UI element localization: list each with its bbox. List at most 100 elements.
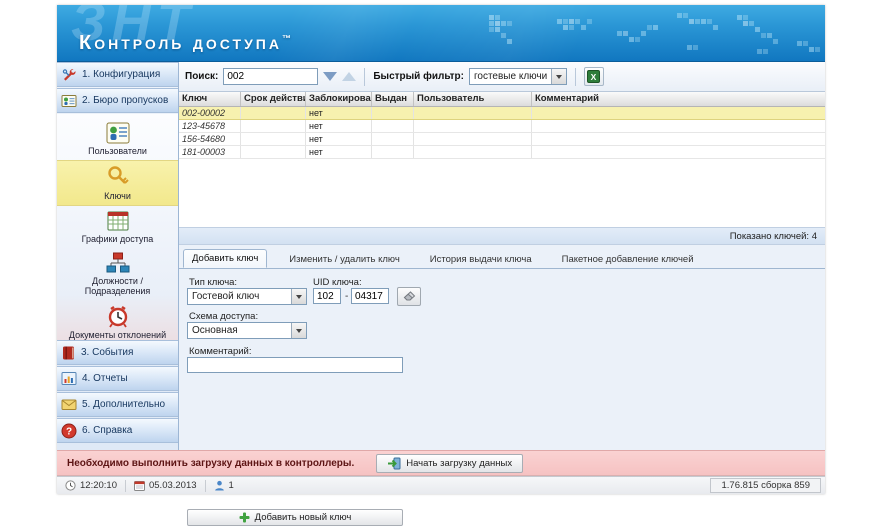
status-date-value: 05.03.2013 [148, 480, 197, 491]
keys-count-text: Показано ключей: 4 [729, 230, 817, 242]
key-editor-panel: Добавить ключ Изменить / удалить ключ Ис… [179, 245, 825, 526]
sidebar-item-events[interactable]: 3. События [57, 340, 178, 365]
submenu-item-positions-departments[interactable]: Должности / Подразделения [57, 248, 178, 300]
access-scheme-select[interactable]: Основная [187, 322, 307, 339]
tab-edit-delete-key[interactable]: Изменить / удалить ключ [281, 251, 408, 268]
envelope-icon [61, 399, 77, 410]
key-type-select[interactable]: Гостевой ключ [187, 288, 307, 305]
status-time: 12:20:10 [57, 477, 125, 494]
upload-data-icon [388, 457, 401, 469]
column-header[interactable]: Заблокирован [306, 92, 372, 106]
version-badge: 1.76.815 сборка 859 [710, 478, 821, 493]
table-row[interactable]: 123-45678 нет [179, 120, 825, 133]
table-row[interactable]: 156-54680 нет [179, 133, 825, 146]
app-window: ЗНТ Контроль доступа™ 1. Конфигурация 2.… [57, 5, 825, 526]
tab-add-key[interactable]: Добавить ключ [183, 249, 268, 268]
add-new-key-label: Добавить новый ключ [254, 512, 352, 523]
sidebar-item-label: 2. Бюро пропусков [82, 95, 169, 106]
submenu-item-deviation-documents[interactable]: Документы отклонений [57, 300, 178, 344]
svg-text:X: X [591, 72, 597, 82]
help-icon: ? [61, 423, 77, 438]
cell-user [414, 107, 532, 119]
keys-table: Ключ Срок действия Заблокирован Выдан По… [179, 92, 825, 159]
chevron-down-icon [291, 289, 306, 304]
alarm-clock-icon [108, 306, 127, 328]
submenu-item-users[interactable]: Пользователи [57, 118, 178, 160]
sidebar-item-additional[interactable]: 5. Дополнительно [57, 392, 178, 417]
eraser-icon [403, 291, 415, 301]
key-type-label: Тип ключа: [189, 277, 238, 288]
table-row[interactable]: 181-00003 нет [179, 146, 825, 159]
submenu-item-label: Ключи [104, 191, 131, 201]
sidebar-item-pass-office[interactable]: 2. Бюро пропусков [57, 88, 178, 113]
export-excel-button[interactable]: X [583, 67, 604, 86]
cell-user [414, 146, 532, 158]
submenu-item-keys[interactable]: Ключи [57, 160, 178, 206]
column-header[interactable]: Комментарий [532, 92, 825, 106]
app-title-text: Контроль доступа [79, 32, 282, 54]
key-type-value: Гостевой ключ [192, 291, 260, 302]
sidebar-item-label: 3. События [81, 347, 134, 358]
key-icon [107, 166, 129, 184]
add-new-key-button[interactable]: Добавить новый ключ [187, 509, 403, 526]
sidebar-item-help[interactable]: ? 6. Справка [57, 418, 178, 443]
submenu-item-label: Документы отклонений [68, 330, 167, 340]
submenu-item-access-schedules[interactable]: Графики доступа [57, 206, 178, 248]
sidebar-item-label: 6. Справка [82, 425, 133, 436]
chevron-down-icon [291, 323, 306, 338]
cell-term [241, 133, 306, 145]
column-header[interactable]: Пользователь [414, 92, 532, 106]
org-chart-icon [106, 252, 129, 273]
column-header[interactable]: Выдан [372, 92, 414, 106]
wrench-icon [62, 68, 76, 81]
app-title: Контроль доступа™ [79, 32, 291, 55]
cell-blocked: нет [306, 146, 372, 158]
tab-key-history[interactable]: История выдачи ключа [422, 251, 540, 268]
clock-icon [65, 480, 76, 491]
toolbar-separator [364, 67, 366, 86]
search-prev-icon[interactable] [342, 72, 357, 81]
comment-label: Комментарий: [189, 346, 252, 357]
cell-issued [372, 133, 414, 145]
search-input[interactable] [223, 68, 319, 85]
excel-icon: X [587, 70, 601, 83]
status-users-value: 1 [228, 480, 234, 491]
plus-icon [239, 512, 250, 523]
svg-text:?: ? [66, 426, 72, 437]
start-upload-button[interactable]: Начать загрузку данных [376, 453, 524, 473]
quick-filter-label: Быстрый фильтр: [373, 71, 464, 82]
keys-count-summary: Показано ключей: 4 [179, 227, 825, 245]
column-header[interactable]: Ключ [179, 92, 241, 106]
sidebar-item-label: 5. Дополнительно [82, 399, 166, 410]
trademark-symbol: ™ [281, 33, 291, 44]
sidebar-item-configuration[interactable]: 1. Конфигурация [57, 62, 178, 87]
sidebar-item-reports[interactable]: 4. Отчеты [57, 366, 178, 391]
quick-filter-select[interactable]: гостевые ключи [468, 68, 567, 85]
users-card-icon [106, 122, 129, 144]
search-next-icon[interactable] [323, 72, 338, 81]
quick-filter-value: гостевые ключи [473, 71, 548, 82]
app-header: ЗНТ Контроль доступа™ [57, 5, 825, 62]
tab-batch-add-keys[interactable]: Пакетное добавление ключей [554, 251, 702, 268]
status-date: 05.03.2013 [126, 477, 205, 494]
key-editor-tabs: Добавить ключ Изменить / удалить ключ Ис… [179, 245, 825, 268]
badge-card-icon [61, 94, 77, 107]
status-time-value: 12:20:10 [80, 480, 117, 491]
comment-input[interactable] [187, 357, 403, 373]
column-header[interactable]: Срок действия [241, 92, 306, 106]
cell-issued [372, 120, 414, 132]
status-bar: 12:20:10 05.03.2013 1 1.76.815 сборка 85… [57, 476, 825, 494]
access-scheme-value: Основная [192, 325, 238, 336]
clear-uid-button[interactable] [397, 287, 421, 306]
table-row[interactable]: 002-00002 нет [179, 107, 825, 120]
header-pixel-decoration [57, 5, 62, 10]
submenu-item-label: Графики доступа [81, 234, 154, 244]
uid-series-input[interactable] [313, 288, 341, 304]
main-content: Поиск: Быстрый фильтр: гостевые ключи X [179, 62, 825, 526]
add-key-form: Тип ключа: Гостевой ключ UID ключа: - [179, 269, 825, 526]
cell-key: 123-45678 [179, 120, 241, 132]
cell-blocked: нет [306, 120, 372, 132]
cell-comment [532, 107, 825, 119]
keys-toolbar: Поиск: Быстрый фильтр: гостевые ключи X [179, 62, 825, 92]
uid-number-input[interactable] [351, 288, 389, 304]
